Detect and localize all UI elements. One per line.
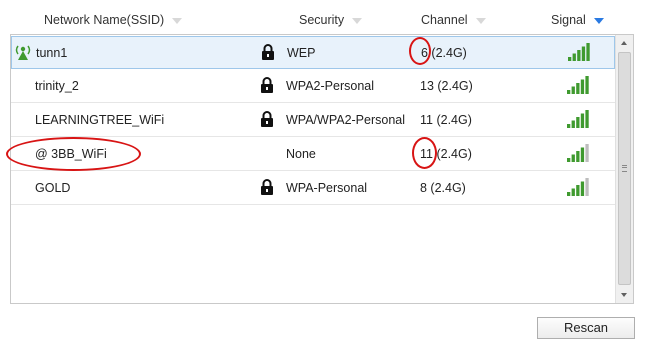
header-ssid-label: Network Name(SSID) bbox=[44, 13, 165, 27]
lock-icon bbox=[262, 44, 274, 60]
rescan-button[interactable]: Rescan bbox=[537, 317, 635, 339]
scrollbar-thumb[interactable] bbox=[618, 52, 631, 285]
network-security: None bbox=[286, 147, 316, 161]
network-ssid: GOLD bbox=[35, 181, 71, 195]
network-list: tunn1 WEP 6 (2.4G) trinity_2 WPA2-Personal 13… bbox=[10, 34, 634, 304]
network-security: WPA2-Personal bbox=[286, 79, 374, 93]
lock-icon bbox=[261, 111, 273, 127]
sort-arrow-icon bbox=[593, 17, 604, 24]
network-channel: 11 (2.4G) bbox=[420, 147, 472, 161]
vertical-scrollbar[interactable] bbox=[615, 35, 633, 303]
network-security: WPA-Personal bbox=[286, 181, 368, 195]
sort-arrow-icon bbox=[475, 17, 486, 24]
signal-strength-icon bbox=[567, 178, 589, 196]
network-row[interactable]: LEARNINGTREE_WiFi WPA/WPA2-Personal 11 (2.… bbox=[11, 104, 615, 137]
header-channel[interactable]: Channel bbox=[421, 13, 486, 27]
column-header: Network Name(SSID) Security Channel Sign… bbox=[0, 0, 645, 36]
header-signal-label: Signal bbox=[551, 13, 586, 27]
network-ssid: tunn1 bbox=[36, 46, 68, 60]
grip-icon bbox=[622, 165, 627, 172]
header-security[interactable]: Security bbox=[299, 13, 363, 27]
sort-arrow-icon bbox=[352, 17, 363, 24]
network-security: WEP bbox=[287, 46, 316, 60]
network-row[interactable]: @ 3BB_WiFi None 11 (2.4G) bbox=[11, 138, 615, 171]
connected-antenna-icon bbox=[15, 45, 31, 60]
network-security: WPA/WPA2-Personal bbox=[286, 113, 406, 127]
header-signal[interactable]: Signal bbox=[551, 13, 604, 27]
network-row[interactable]: GOLD WPA-Personal 8 (2.4G) bbox=[11, 172, 615, 205]
signal-strength-icon bbox=[568, 43, 590, 61]
network-ssid: LEARNINGTREE_WiFi bbox=[35, 113, 165, 127]
sort-arrow-icon bbox=[172, 17, 183, 24]
signal-strength-icon bbox=[567, 76, 589, 94]
network-row[interactable]: trinity_2 WPA2-Personal 13 (2.4G) bbox=[11, 70, 615, 103]
network-channel: 6 (2.4G) bbox=[421, 46, 467, 60]
header-channel-label: Channel bbox=[421, 13, 468, 27]
network-row[interactable]: tunn1 WEP 6 (2.4G) bbox=[11, 36, 615, 69]
header-security-label: Security bbox=[299, 13, 345, 27]
header-ssid[interactable]: Network Name(SSID) bbox=[44, 13, 183, 27]
network-ssid: @ 3BB_WiFi bbox=[35, 147, 107, 161]
network-channel: 11 (2.4G) bbox=[420, 113, 472, 127]
network-ssid: trinity_2 bbox=[35, 79, 79, 93]
lock-icon bbox=[261, 77, 273, 93]
lock-icon bbox=[261, 179, 273, 195]
signal-strength-icon bbox=[567, 110, 589, 128]
network-channel: 8 (2.4G) bbox=[420, 181, 466, 195]
network-channel: 13 (2.4G) bbox=[420, 79, 473, 93]
scroll-up-arrow-icon[interactable] bbox=[616, 35, 633, 51]
scroll-down-arrow-icon[interactable] bbox=[616, 287, 633, 303]
signal-strength-icon bbox=[567, 144, 589, 162]
